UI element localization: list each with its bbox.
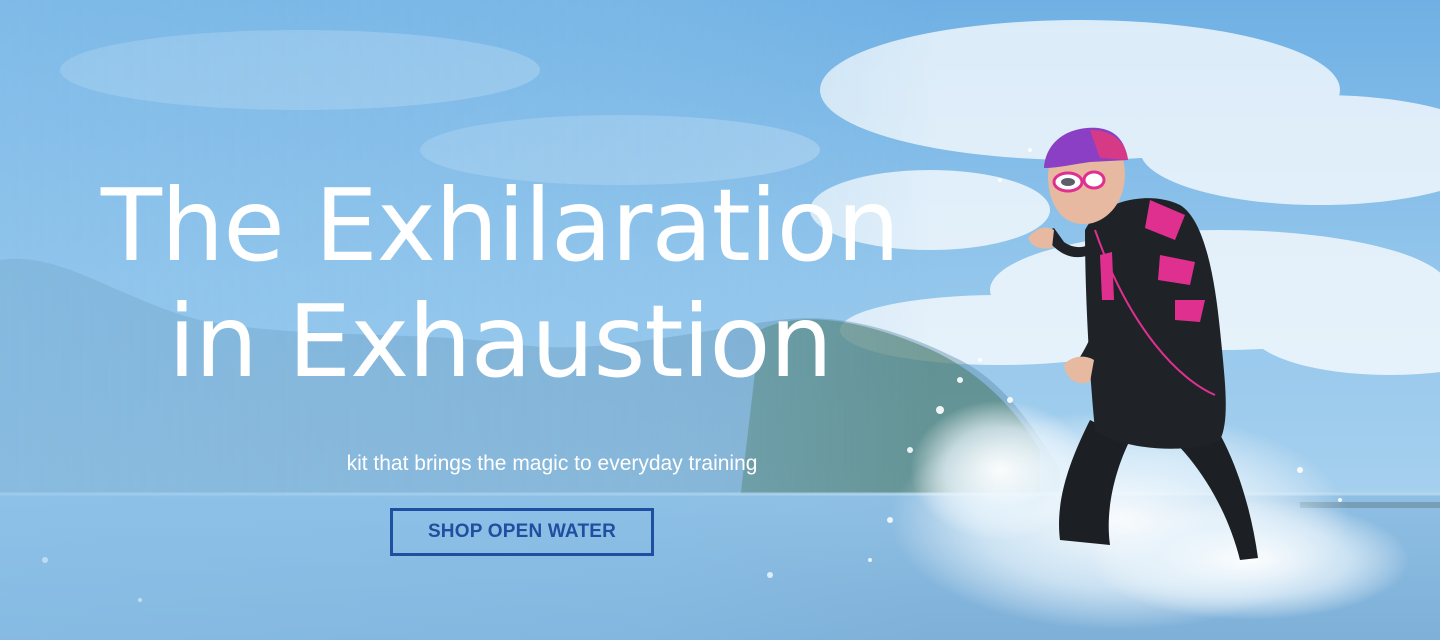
hero-headline-line-1: The Exhilaration [100, 167, 900, 284]
shop-open-water-button[interactable]: SHOP OPEN WATER [390, 508, 654, 556]
hero-headline: The Exhilaration in Exhaustion [40, 168, 960, 400]
hero-subheading: kit that brings the magic to everyday tr… [346, 452, 758, 475]
hero-headline-line-2: in Exhaustion [167, 283, 833, 400]
hero-banner[interactable]: The Exhilaration in Exhaustion kit that … [0, 0, 1440, 640]
